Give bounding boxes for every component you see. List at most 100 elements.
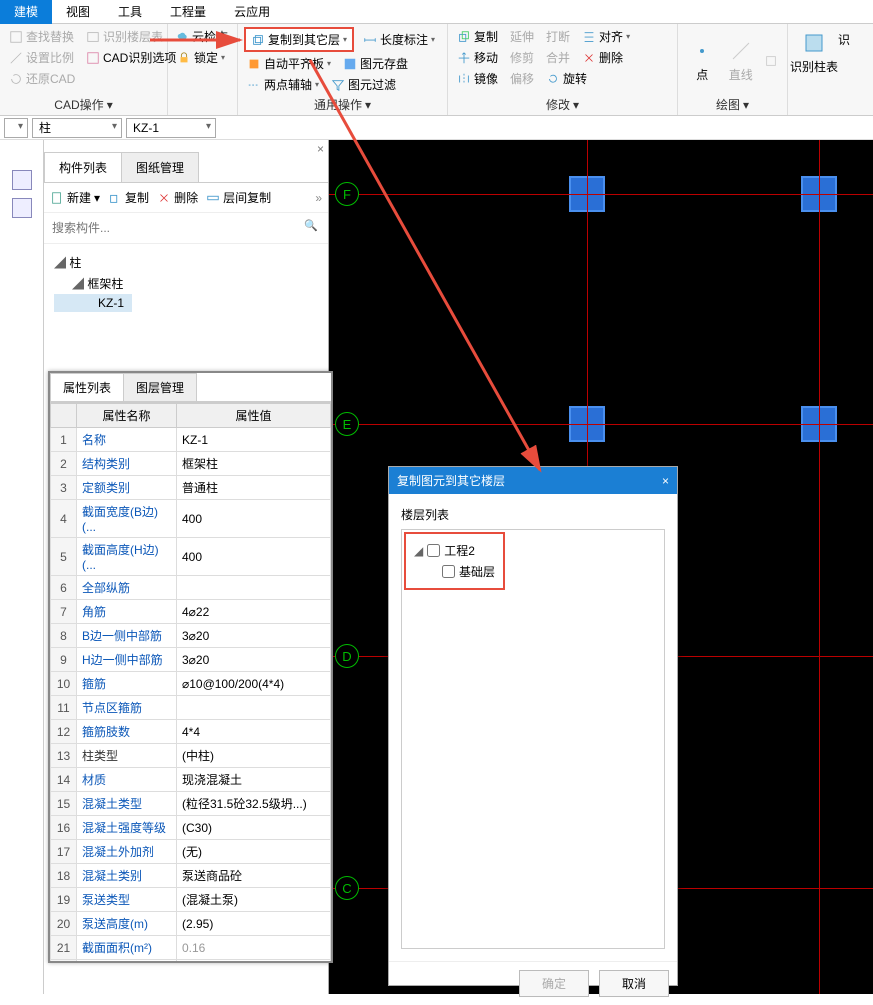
ribbon-group-label-draw: 绘图 ▾	[684, 94, 781, 113]
menu-item-modeling[interactable]: 建模	[0, 0, 52, 24]
delete-button[interactable]: 删除	[579, 48, 626, 67]
auto-level-slab-button[interactable]: 自动平齐板 ▾	[244, 54, 334, 73]
table-row[interactable]: 7角筋4⌀22	[51, 600, 331, 624]
ok-button[interactable]: 确定	[519, 970, 589, 997]
find-replace-button[interactable]: 查找替换	[6, 27, 77, 46]
table-row[interactable]: 22截面周长(m)1.6	[51, 960, 331, 962]
table-row[interactable]: 15混凝土类型(粒径31.5砼32.5级坍...)	[51, 792, 331, 816]
table-row[interactable]: 14材质现浇混凝土	[51, 768, 331, 792]
extend-button[interactable]: 延伸	[507, 27, 537, 46]
table-row[interactable]: 20泵送高度(m)(2.95)	[51, 912, 331, 936]
rail-icon-2[interactable]	[12, 198, 32, 218]
floor-item-foundation[interactable]: 基础层	[414, 561, 495, 582]
floor-copy-button[interactable]: 层间复制	[206, 189, 271, 206]
two-point-aux-axis-button[interactable]: 两点辅轴 ▾	[244, 75, 322, 94]
move-button[interactable]: 移动	[454, 48, 501, 67]
category-dropdown[interactable]: 柱	[32, 118, 122, 138]
table-row[interactable]: 11节点区箍筋	[51, 696, 331, 720]
identify-column-table-button[interactable]: 识别柱表	[794, 27, 834, 113]
element-filter-button[interactable]: 图元过滤	[328, 75, 399, 94]
table-row[interactable]: 18混凝土类别泵送商品砼	[51, 864, 331, 888]
axis-label: E	[335, 412, 359, 436]
dialog-title: 复制图元到其它楼层	[397, 472, 505, 489]
axis-label: F	[335, 182, 359, 206]
new-button[interactable]: 新建 ▾	[50, 189, 100, 206]
table-row[interactable]: 16混凝土强度等级(C30)	[51, 816, 331, 840]
copy-to-other-layer-button[interactable]: 复制到其它层 ▾	[244, 27, 354, 52]
table-row[interactable]: 2结构类别框架柱	[51, 452, 331, 476]
property-panel: 属性列表 图层管理 属性名称 属性值 1名称KZ-12结构类别框架柱3定额类别普…	[48, 371, 333, 963]
column-marker[interactable]	[801, 406, 837, 442]
tree-item-kz1[interactable]: KZ-1	[54, 294, 132, 312]
rail-icon-1[interactable]	[12, 170, 32, 190]
table-row[interactable]: 10箍筋⌀10@100/200(4*4)	[51, 672, 331, 696]
lock-button[interactable]: 锁定 ▾	[174, 48, 231, 67]
dialog-close-icon[interactable]: ×	[662, 474, 669, 488]
element-save-button[interactable]: 图元存盘	[340, 54, 411, 73]
ribbon-group-label-cad: CAD操作 ▾	[6, 94, 161, 113]
tab-drawing-mgmt[interactable]: 图纸管理	[121, 152, 199, 182]
break-button[interactable]: 打断	[543, 27, 573, 46]
trim-button[interactable]: 修剪	[507, 48, 537, 67]
copy-component-button[interactable]: 复制	[108, 189, 149, 206]
align-button[interactable]: 对齐 ▾	[579, 27, 633, 46]
point-button[interactable]: 点	[684, 35, 721, 87]
table-row[interactable]: 6全部纵筋	[51, 576, 331, 600]
length-annotation-button[interactable]: 长度标注 ▾	[360, 30, 438, 49]
dropdown-spacer[interactable]	[4, 118, 28, 138]
table-row[interactable]: 13柱类型(中柱)	[51, 744, 331, 768]
menu-item-view[interactable]: 视图	[52, 0, 104, 24]
tab-component-list[interactable]: 构件列表	[44, 152, 122, 182]
table-row[interactable]: 9H边一侧中部筋3⌀20	[51, 648, 331, 672]
menu-item-quantities[interactable]: 工程量	[156, 0, 220, 24]
cancel-button[interactable]: 取消	[599, 970, 669, 997]
tree-item-column[interactable]: 柱	[54, 252, 318, 273]
column-marker[interactable]	[569, 176, 605, 212]
close-icon[interactable]: ×	[317, 142, 324, 156]
table-row[interactable]: 12箍筋肢数4*4	[51, 720, 331, 744]
table-row[interactable]: 3定额类别普通柱	[51, 476, 331, 500]
component-tree: 柱 框架柱 KZ-1	[44, 244, 328, 320]
set-scale-button[interactable]: 设置比例	[6, 48, 77, 67]
identify-floor-table-button[interactable]: 识别楼层表	[83, 27, 166, 46]
more-icon[interactable]: »	[315, 191, 322, 205]
offset-button[interactable]: 偏移	[507, 69, 537, 88]
copy-to-floors-dialog: 复制图元到其它楼层 × 楼层列表 ◢工程2 基础层 确定 取消	[388, 466, 678, 986]
ribbon: 查找替换 识别楼层表 设置比例 CAD识别选项 还原CAD CAD操作 ▾ 云检…	[0, 24, 873, 116]
rotate-button[interactable]: 旋转	[543, 69, 590, 88]
restore-cad-button[interactable]: 还原CAD	[6, 69, 78, 88]
cloud-check-button[interactable]: 云检查	[174, 27, 231, 46]
delete-component-button[interactable]: 删除	[157, 189, 198, 206]
column-marker[interactable]	[801, 176, 837, 212]
col-header-name: 属性名称	[77, 404, 177, 428]
search-input[interactable]	[48, 217, 324, 239]
breadcrumb-dropdowns: 柱 KZ-1	[0, 116, 873, 140]
column-marker[interactable]	[569, 406, 605, 442]
col-header-value: 属性值	[177, 404, 331, 428]
menu-item-cloud[interactable]: 云应用	[220, 0, 284, 24]
table-row[interactable]: 5截面高度(H边)(...400	[51, 538, 331, 576]
floor-list-highlight: ◢工程2 基础层	[404, 532, 505, 590]
tree-item-frame-column[interactable]: 框架柱	[54, 273, 318, 294]
table-row[interactable]: 19泵送类型(混凝土泵)	[51, 888, 331, 912]
floor-checkbox[interactable]	[442, 565, 455, 578]
table-row[interactable]: 4截面宽度(B边)(...400	[51, 500, 331, 538]
menu-item-tools[interactable]: 工具	[104, 0, 156, 24]
merge-button[interactable]: 合并	[543, 48, 573, 67]
copy-button[interactable]: 复制	[454, 27, 501, 46]
tab-layer-mgmt[interactable]: 图层管理	[123, 373, 197, 401]
axis-label: D	[335, 644, 359, 668]
component-dropdown[interactable]: KZ-1	[126, 118, 216, 138]
mirror-button[interactable]: 镜像	[454, 69, 501, 88]
line-button[interactable]: 直线	[723, 35, 760, 87]
floor-checkbox[interactable]	[427, 544, 440, 557]
tab-property-list[interactable]: 属性列表	[50, 373, 124, 401]
table-row[interactable]: 8B边一侧中部筋3⌀20	[51, 624, 331, 648]
square-icon	[761, 53, 781, 69]
cad-identify-options-button[interactable]: CAD识别选项	[83, 48, 179, 67]
table-row[interactable]: 1名称KZ-1	[51, 428, 331, 452]
table-row[interactable]: 17混凝土外加剂(无)	[51, 840, 331, 864]
floor-item-project[interactable]: ◢工程2	[414, 540, 495, 561]
identify-button-partial[interactable]: 识	[836, 27, 852, 113]
table-row[interactable]: 21截面面积(m²)0.16	[51, 936, 331, 960]
